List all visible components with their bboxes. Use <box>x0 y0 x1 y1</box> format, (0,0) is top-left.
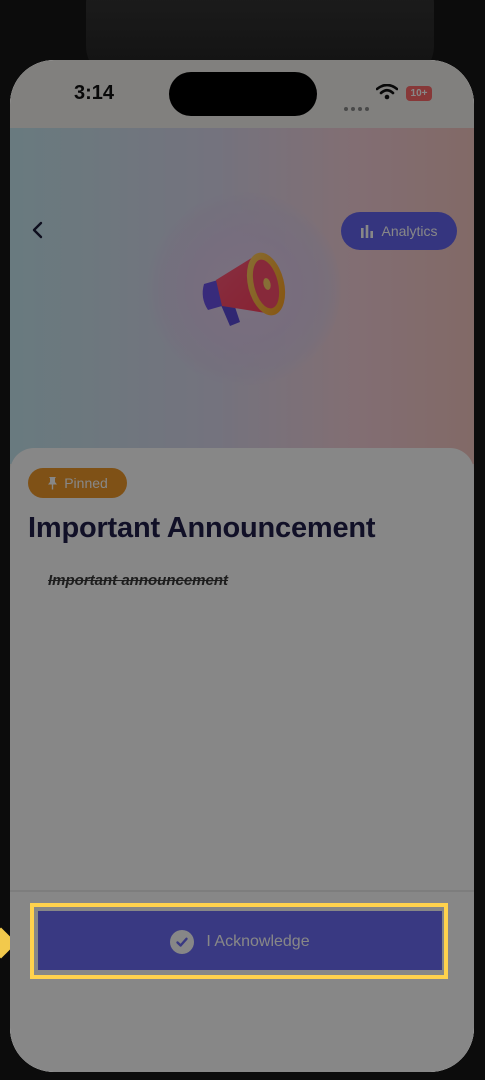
megaphone-icon <box>202 252 286 326</box>
acknowledge-highlight-frame <box>30 903 448 979</box>
wifi-icon <box>375 83 399 104</box>
pinned-label: Pinned <box>64 475 108 491</box>
announcement-body: Important announcement <box>48 572 229 589</box>
status-time: 3:14 <box>74 82 115 104</box>
back-button[interactable] <box>24 216 52 244</box>
bar-chart-icon <box>361 225 374 238</box>
status-bar: 3:14 10+ <box>10 60 474 128</box>
analytics-label: Analytics <box>381 223 438 239</box>
signal-dots-icon <box>344 96 372 115</box>
hero-banner: Analytics <box>10 128 474 464</box>
analytics-button[interactable]: Analytics <box>341 212 457 250</box>
pinned-badge: Pinned <box>28 468 127 498</box>
pin-icon <box>48 477 58 490</box>
announcement-title: Important Announcement <box>28 512 376 544</box>
battery-icon: 10+ <box>406 86 432 101</box>
chevron-left-icon <box>32 221 43 239</box>
dynamic-island <box>169 72 317 116</box>
footer-divider <box>10 890 474 892</box>
